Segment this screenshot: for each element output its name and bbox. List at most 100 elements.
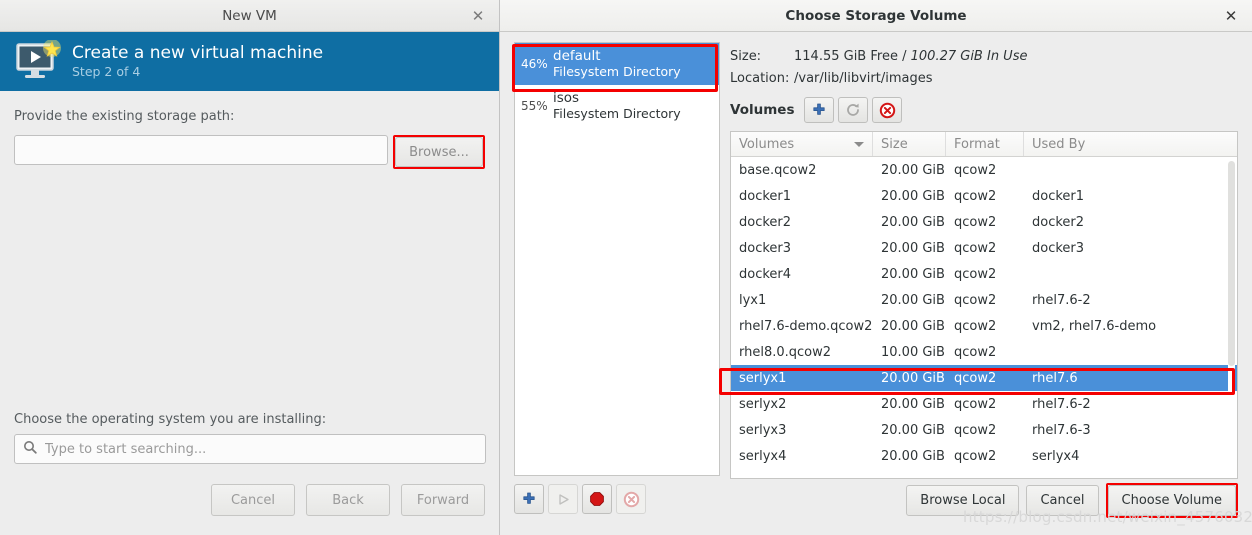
pool-list-item[interactable]: 55% isos Filesystem Directory xyxy=(515,85,719,127)
forward-button[interactable]: Forward xyxy=(401,484,485,516)
banner-heading: Create a new virtual machine xyxy=(72,43,324,63)
table-row[interactable]: serlyx3 20.00 GiB qcow2 rhel7.6-3 xyxy=(731,417,1237,443)
cell-size: 20.00 GiB xyxy=(881,370,945,386)
cell-used-by: rhel7.6-2 xyxy=(1032,396,1091,412)
cell-format: qcow2 xyxy=(954,344,997,360)
cell-format: qcow2 xyxy=(954,370,997,386)
storage-pool-list[interactable]: 46% default Filesystem Directory 55% iso… xyxy=(514,42,720,476)
browse-button-highlight: Browse... xyxy=(393,135,485,169)
column-header-label: Format xyxy=(954,136,1000,152)
cell-size: 20.00 GiB xyxy=(881,266,945,282)
pool-name: isos xyxy=(553,90,580,106)
cell-size: 20.00 GiB xyxy=(881,162,945,178)
wizard-button-row: Cancel Back Forward xyxy=(211,484,485,516)
pool-list-item[interactable]: 46% default Filesystem Directory xyxy=(515,43,719,85)
cancel-button[interactable]: Cancel xyxy=(1026,485,1099,516)
cell-format: qcow2 xyxy=(954,396,997,412)
cell-name: base.qcow2 xyxy=(739,162,817,178)
cell-used-by: rhel7.6 xyxy=(1032,370,1078,386)
volumes-scrollbar-thumb[interactable] xyxy=(1228,161,1235,366)
cell-format: qcow2 xyxy=(954,240,997,256)
cell-used-by: rhel7.6-3 xyxy=(1032,422,1091,438)
browse-button[interactable]: Browse... xyxy=(395,137,483,167)
table-row[interactable]: docker1 20.00 GiB qcow2 docker1 xyxy=(731,183,1237,209)
cell-format: qcow2 xyxy=(954,292,997,308)
column-header-used-by[interactable]: Used By xyxy=(1024,132,1237,156)
table-row[interactable]: rhel7.6-demo.qcow2 20.00 GiB qcow2 vm2, rhe… xyxy=(731,313,1237,339)
volumes-table-header: Volumes Size Format Used By xyxy=(731,132,1237,157)
pool-name: default xyxy=(553,48,601,64)
column-header-format[interactable]: Format xyxy=(946,132,1024,156)
add-pool-icon xyxy=(523,492,535,504)
new-vm-title: New VM xyxy=(222,7,277,24)
new-vm-banner: Create a new virtual machine Step 2 of 4 xyxy=(0,32,499,91)
storage-dialog-title: Choose Storage Volume xyxy=(785,7,967,24)
delete-pool-button[interactable] xyxy=(616,484,646,514)
cell-used-by: vm2, rhel7.6-demo xyxy=(1032,318,1157,334)
add-volume-button[interactable] xyxy=(804,97,835,123)
size-separator: / xyxy=(902,49,907,64)
add-pool-button[interactable] xyxy=(514,484,544,514)
refresh-icon xyxy=(847,103,860,116)
storage-dialog-main: 46% default Filesystem Directory 55% iso… xyxy=(500,32,1252,479)
table-row[interactable]: docker4 20.00 GiB qcow2 xyxy=(731,261,1237,287)
choose-volume-highlight: Choose Volume xyxy=(1105,483,1238,518)
table-row[interactable]: docker2 20.00 GiB qcow2 docker2 xyxy=(731,209,1237,235)
back-button[interactable]: Back xyxy=(306,484,390,516)
table-row[interactable]: serlyx4 20.00 GiB qcow2 serlyx4 xyxy=(731,443,1237,469)
virtual-machine-icon xyxy=(14,38,62,84)
table-row[interactable]: serlyx2 20.00 GiB qcow2 rhel7.6-2 xyxy=(731,391,1237,417)
choose-storage-volume-dialog: Choose Storage Volume ✕ 46% default File… xyxy=(500,0,1252,535)
os-search-field[interactable] xyxy=(14,434,486,464)
search-icon xyxy=(23,440,37,458)
cell-format: qcow2 xyxy=(954,162,997,178)
volumes-table: Volumes Size Format Used By base.qcow2 2… xyxy=(730,131,1238,479)
os-search-input[interactable] xyxy=(43,440,477,458)
new-vm-body: Provide the existing storage path: Brows… xyxy=(0,109,499,535)
table-row[interactable]: base.qcow2 20.00 GiB qcow2 xyxy=(731,157,1237,183)
storage-dialog-titlebar: Choose Storage Volume ✕ xyxy=(500,0,1252,32)
stop-pool-icon xyxy=(590,492,604,506)
dialog-button-row: Browse Local Cancel Choose Volume xyxy=(899,483,1238,518)
new-vm-scrollbar-track[interactable] xyxy=(489,92,495,535)
table-row[interactable]: serlyx1 20.00 GiB qcow2 rhel7.6 xyxy=(731,365,1237,391)
column-header-label: Used By xyxy=(1032,136,1086,152)
column-header-size[interactable]: Size xyxy=(873,132,946,156)
cell-format: qcow2 xyxy=(954,422,997,438)
column-header-volumes[interactable]: Volumes xyxy=(731,132,873,156)
close-icon[interactable]: ✕ xyxy=(1222,7,1240,25)
storage-path-input[interactable] xyxy=(14,135,388,165)
cell-name: serlyx2 xyxy=(739,396,787,412)
location-value: /var/lib/libvirt/images xyxy=(794,71,933,86)
cell-format: qcow2 xyxy=(954,448,997,464)
pool-location-row: Location: /var/lib/libvirt/images xyxy=(730,68,1238,90)
refresh-volumes-button[interactable] xyxy=(838,97,869,123)
cell-format: qcow2 xyxy=(954,266,997,282)
cell-size: 20.00 GiB xyxy=(881,318,945,334)
delete-volume-button[interactable] xyxy=(872,97,903,123)
cell-size: 20.00 GiB xyxy=(881,240,945,256)
close-icon[interactable]: ✕ xyxy=(469,7,487,25)
start-pool-button[interactable] xyxy=(548,484,578,514)
cell-format: qcow2 xyxy=(954,318,997,334)
stop-pool-button[interactable] xyxy=(582,484,612,514)
cell-format: qcow2 xyxy=(954,188,997,204)
cell-used-by: docker2 xyxy=(1032,214,1085,230)
table-row[interactable]: rhel8.0.qcow2 10.00 GiB qcow2 xyxy=(731,339,1237,365)
cell-name: serlyx4 xyxy=(739,448,787,464)
pool-type: Filesystem Directory xyxy=(553,64,681,79)
table-row[interactable]: lyx1 20.00 GiB qcow2 rhel7.6-2 xyxy=(731,287,1237,313)
browse-local-button[interactable]: Browse Local xyxy=(906,485,1020,516)
cancel-button[interactable]: Cancel xyxy=(211,484,295,516)
volumes-label: Volumes xyxy=(730,102,795,118)
storage-dialog-footer: Browse Local Cancel Choose Volume xyxy=(500,475,1252,535)
cell-name: docker1 xyxy=(739,188,792,204)
cell-size: 10.00 GiB xyxy=(881,344,945,360)
cell-name: docker3 xyxy=(739,240,792,256)
cell-used-by: rhel7.6-2 xyxy=(1032,292,1091,308)
delete-volume-icon xyxy=(879,102,896,118)
choose-volume-button[interactable]: Choose Volume xyxy=(1107,485,1236,516)
table-row[interactable]: docker3 20.00 GiB qcow2 docker3 xyxy=(731,235,1237,261)
size-free-value: 114.55 GiB Free xyxy=(794,49,898,64)
delete-pool-icon xyxy=(623,491,639,507)
